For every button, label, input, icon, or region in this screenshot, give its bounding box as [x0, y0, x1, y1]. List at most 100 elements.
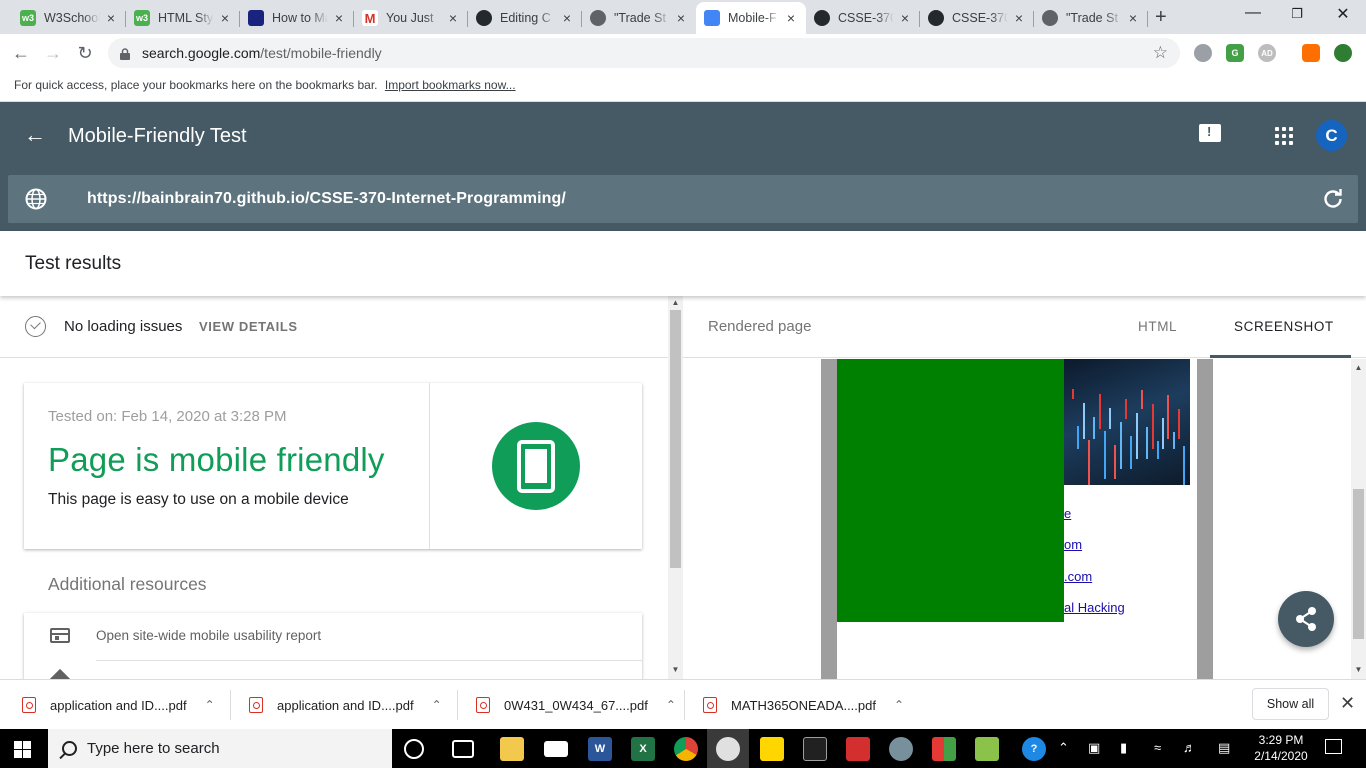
download-filename: application and ID....pdf — [277, 697, 414, 713]
retest-refresh-icon[interactable] — [1322, 188, 1344, 210]
stock-bar — [1140, 390, 1143, 409]
chevron-up-icon[interactable]: ⌃ — [432, 698, 442, 712]
right-scroll-thumb[interactable] — [1353, 489, 1364, 639]
browser-tab[interactable]: w3 HTML Styles × — [126, 2, 240, 34]
github-icon — [928, 10, 944, 26]
close-tab-icon[interactable]: × — [218, 10, 232, 26]
taskbar-search-box[interactable]: Type here to search — [48, 729, 392, 768]
scroll-up-arrow-icon[interactable]: ▲ — [668, 298, 683, 307]
feedback-icon[interactable] — [1199, 124, 1221, 142]
close-tab-icon[interactable]: × — [560, 10, 574, 26]
back-button[interactable]: ← — [8, 40, 34, 66]
tab-screenshot[interactable]: SCREENSHOT — [1234, 319, 1334, 334]
chrome-icon[interactable] — [674, 737, 698, 761]
close-tab-icon[interactable]: × — [446, 10, 460, 26]
chevron-up-icon[interactable]: ⌃ — [205, 698, 215, 712]
browser-tab[interactable]: "Trade St × — [1034, 2, 1148, 34]
tray-app-icon[interactable]: ▣ — [1088, 740, 1100, 756]
tested-url[interactable]: https://bainbrain70.github.io/CSSE-370-I… — [87, 190, 566, 208]
terminal-icon[interactable] — [803, 737, 827, 761]
back-arrow-icon[interactable]: ← — [24, 122, 46, 148]
chevron-up-icon[interactable]: ⌃ — [894, 698, 904, 712]
screenshot-link[interactable]: om — [1064, 537, 1082, 552]
resource-icon — [45, 668, 75, 679]
screenshot-link[interactable]: e — [1064, 506, 1071, 521]
tab-html[interactable]: HTML — [1138, 319, 1177, 334]
screenshot-link[interactable]: al Hacking — [1064, 600, 1125, 615]
close-tab-icon[interactable]: × — [898, 10, 912, 26]
screenshot-link[interactable]: .com — [1064, 569, 1092, 584]
share-button[interactable] — [1278, 591, 1334, 647]
chevron-up-icon[interactable]: ⌃ — [666, 698, 676, 712]
scroll-down-arrow-icon[interactable]: ▼ — [1351, 665, 1366, 674]
minimize-button[interactable]: — — [1230, 4, 1276, 22]
adblock-extension-icon[interactable]: AD — [1258, 44, 1276, 62]
reload-button[interactable]: ↻ — [72, 40, 98, 66]
import-bookmarks-link[interactable]: Import bookmarks now... — [385, 78, 516, 92]
help-icon[interactable]: ? — [1022, 737, 1046, 761]
grammarly-extension-icon[interactable]: G — [1226, 44, 1244, 62]
browser-tab[interactable]: How to Make × — [240, 2, 354, 34]
close-tab-icon[interactable]: × — [1126, 10, 1140, 26]
left-scroll-thumb[interactable] — [670, 310, 681, 568]
browser-tab[interactable]: "Trade St × — [582, 2, 696, 34]
download-item[interactable]: application and ID....pdf ⌃ — [249, 680, 442, 730]
google-apps-icon[interactable] — [1275, 127, 1293, 145]
chart-app-icon[interactable] — [975, 737, 999, 761]
download-item[interactable]: 0W431_0W434_67....pdf ⌃ — [476, 680, 676, 730]
paint-icon[interactable] — [889, 737, 913, 761]
volume-icon[interactable]: ♬ — [1183, 740, 1196, 755]
browser-tab[interactable]: M You Just × — [354, 2, 468, 34]
battery-icon[interactable]: ▮ — [1120, 740, 1127, 756]
wifi-icon[interactable]: ≈ — [1154, 740, 1161, 755]
browser-tab[interactable]: CSSE-370 × — [920, 2, 1034, 34]
left-pane-scrollbar[interactable]: ▲ ▼ — [668, 296, 683, 679]
scroll-down-arrow-icon[interactable]: ▼ — [668, 665, 683, 674]
show-hidden-icons-icon[interactable]: ⌃ — [1058, 740, 1069, 756]
show-all-downloads-button[interactable]: Show all — [1252, 688, 1329, 720]
app-icon[interactable] — [932, 737, 956, 761]
cortana-icon[interactable] — [404, 739, 424, 759]
close-download-shelf-icon[interactable]: ✕ — [1340, 693, 1355, 714]
acrobat-icon[interactable] — [846, 737, 870, 761]
browser-tab[interactable]: CSSE-370 × — [806, 2, 920, 34]
close-window-button[interactable]: ✕ — [1320, 4, 1366, 24]
extension-icon[interactable] — [1194, 44, 1212, 62]
download-shelf: application and ID....pdf ⌃ application … — [0, 679, 1366, 729]
right-pane-scrollbar[interactable]: ▲ ▼ — [1351, 359, 1366, 679]
address-bar[interactable]: search.google.com/test/mobile-friendly ☆ — [108, 38, 1180, 68]
close-tab-icon[interactable]: × — [784, 10, 798, 26]
task-view-icon[interactable] — [452, 740, 474, 758]
view-details-button[interactable]: VIEW DETAILS — [199, 319, 298, 334]
account-avatar[interactable]: C — [1316, 120, 1347, 151]
file-explorer-icon[interactable] — [500, 737, 524, 761]
bookmark-star-icon[interactable]: ☆ — [1153, 43, 1168, 63]
close-tab-icon[interactable]: × — [104, 10, 118, 26]
security-app-icon[interactable] — [716, 737, 740, 761]
metamask-extension-icon[interactable] — [1302, 44, 1320, 62]
forward-button[interactable]: → — [40, 40, 66, 66]
browser-tab[interactable]: w3 W3Schools × — [12, 2, 126, 34]
download-item[interactable]: MATH365ONEADA....pdf ⌃ — [703, 680, 904, 730]
close-tab-icon[interactable]: × — [1012, 10, 1026, 26]
close-tab-icon[interactable]: × — [332, 10, 346, 26]
tested-url-bar[interactable]: https://bainbrain70.github.io/CSSE-370-I… — [8, 175, 1358, 223]
input-method-icon[interactable]: ▤ — [1218, 740, 1230, 756]
maximize-button[interactable]: ❐ — [1274, 6, 1320, 22]
sticky-notes-icon[interactable] — [760, 737, 784, 761]
profile-extension-icon[interactable] — [1334, 44, 1352, 62]
taskbar-clock[interactable]: 3:29 PM 2/14/2020 — [1250, 732, 1312, 764]
browser-tab[interactable]: Mobile-F × — [696, 2, 806, 34]
download-item[interactable]: application and ID....pdf ⌃ — [22, 680, 215, 730]
results-header: Test results — [0, 231, 1366, 296]
action-center-icon[interactable] — [1325, 739, 1342, 754]
excel-icon[interactable]: X — [631, 737, 655, 761]
scroll-up-arrow-icon[interactable]: ▲ — [1351, 363, 1366, 372]
close-tab-icon[interactable]: × — [674, 10, 688, 26]
browser-tab[interactable]: Editing C × — [468, 2, 582, 34]
word-icon[interactable]: W — [588, 737, 612, 761]
windows-start-icon[interactable] — [14, 741, 31, 758]
mail-icon[interactable] — [544, 741, 568, 757]
site-usability-report-link[interactable]: Open site-wide mobile usability report — [96, 628, 321, 643]
new-tab-button[interactable]: + — [1155, 6, 1167, 29]
